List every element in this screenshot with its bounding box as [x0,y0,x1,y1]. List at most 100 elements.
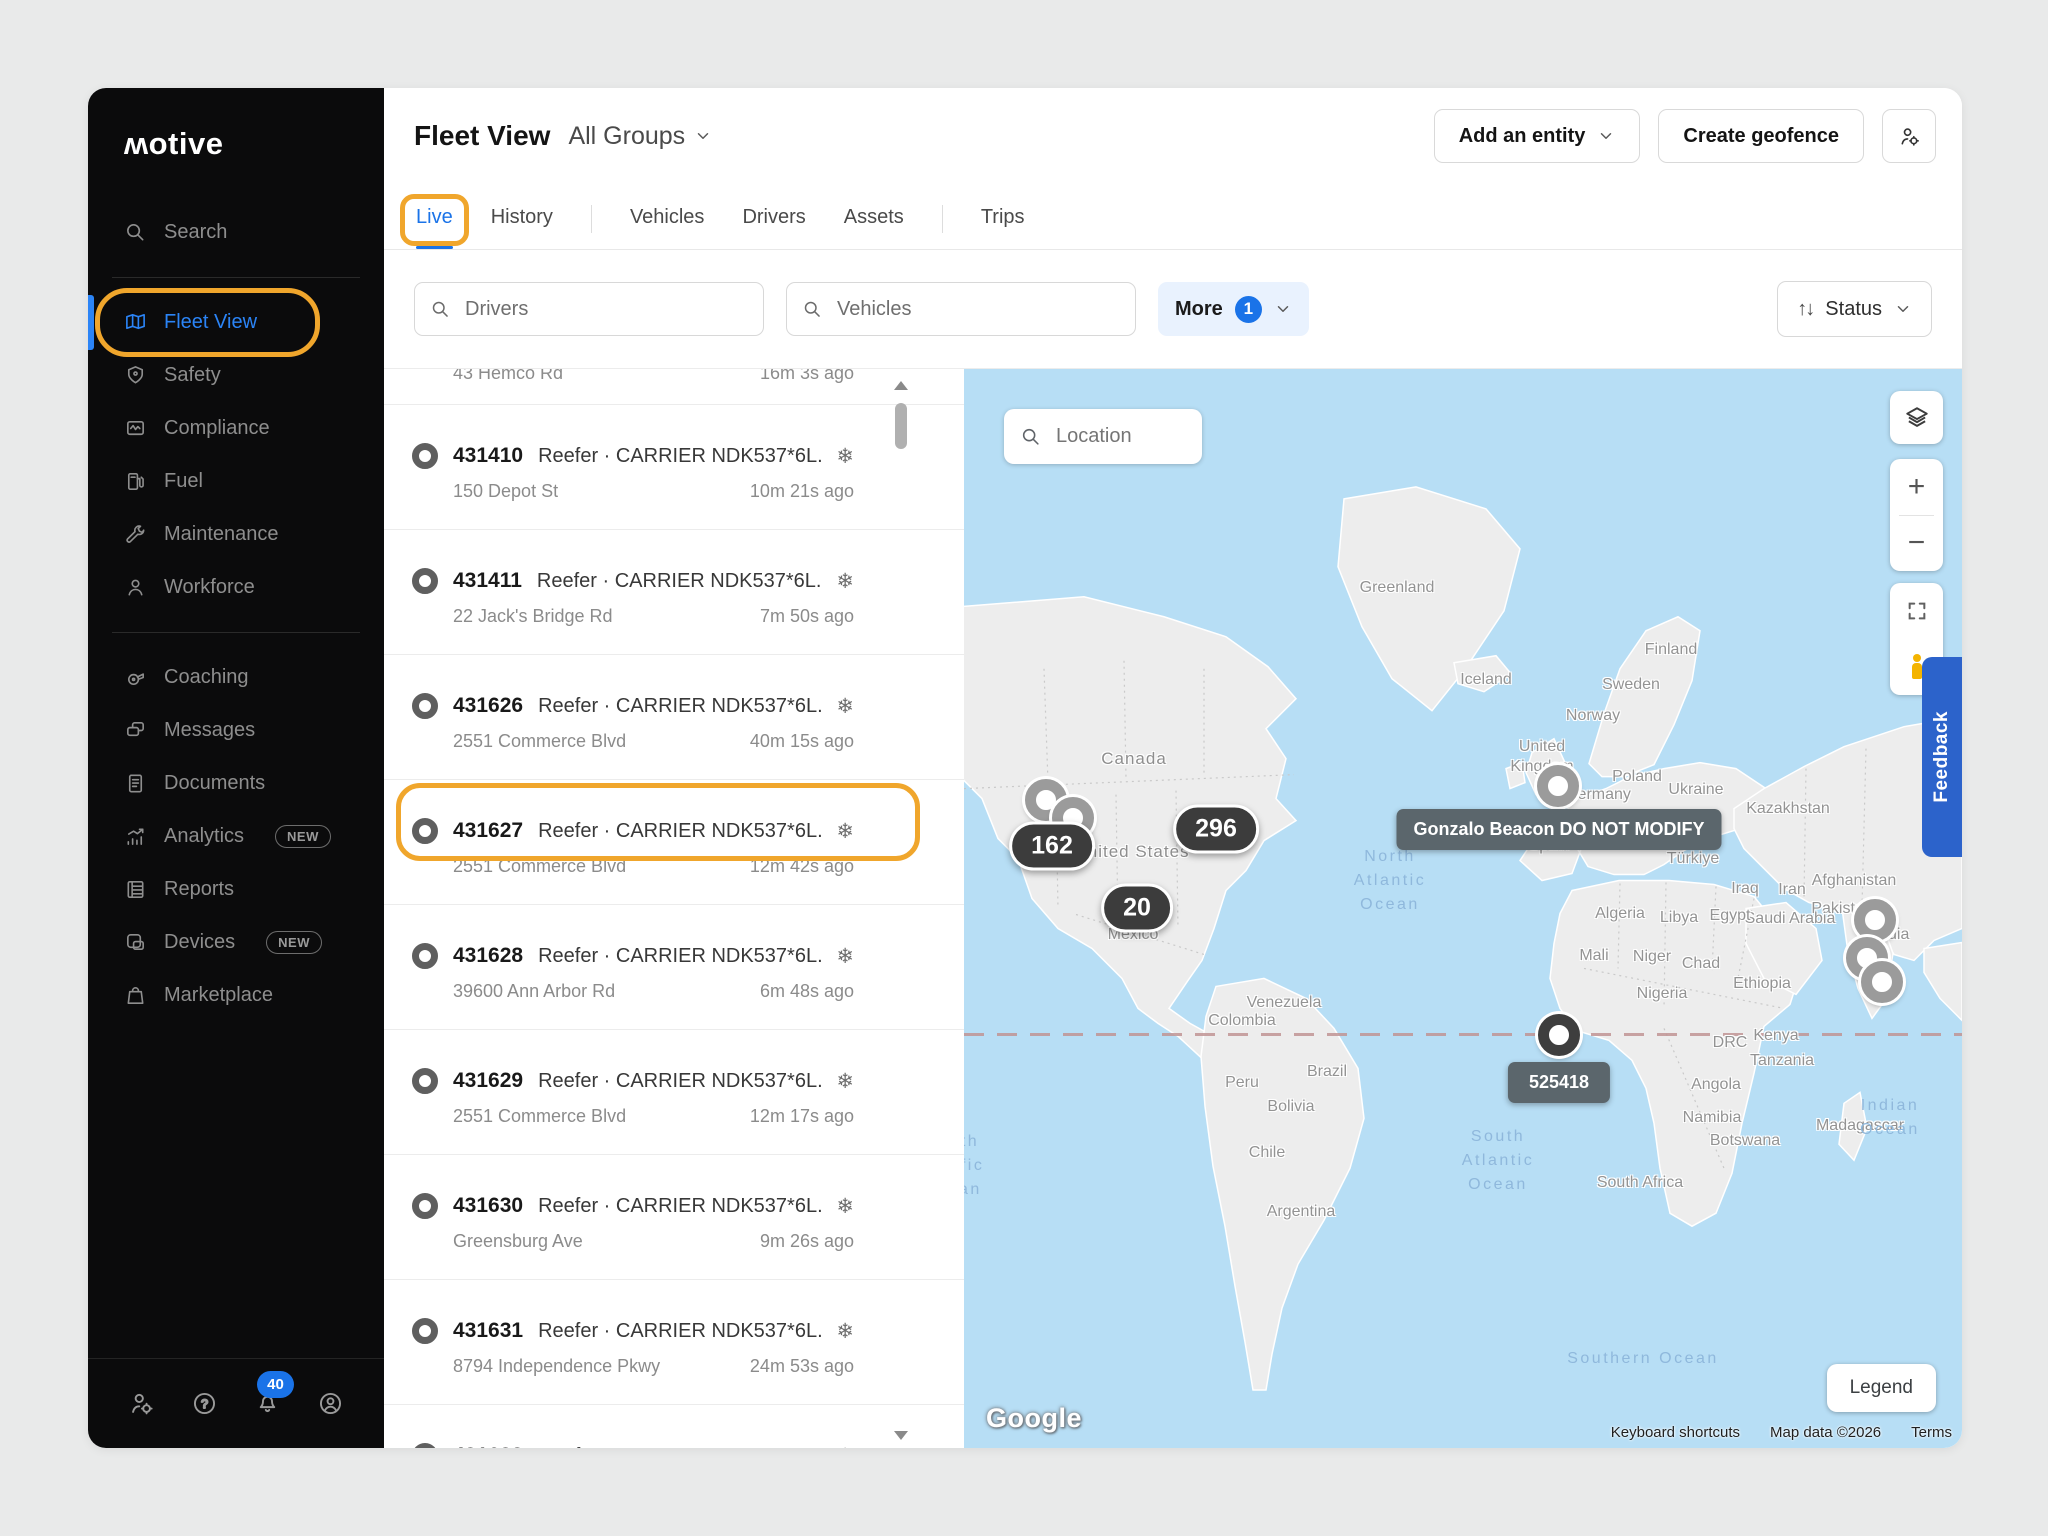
motive-logo: ʍotive [124,126,384,162]
sidebar-item-fleet-view[interactable]: Fleet View [88,296,384,349]
beacon-marker[interactable] [1537,765,1579,807]
notifications-bell[interactable]: 40 [254,1388,281,1420]
google-logo[interactable]: Google [986,1403,1082,1434]
drivers-search[interactable] [414,282,764,336]
sidebar-item-analytics[interactable]: Analytics NEW [88,810,384,863]
scrollbar-thumb[interactable] [895,403,907,449]
sidebar-item-reports[interactable]: Reports [88,863,384,916]
svg-text:?: ? [201,1397,208,1411]
map-label-country: Mali [1579,947,1608,965]
map-cluster[interactable]: 162 [1009,822,1095,871]
main-area: Fleet View All Groups Add an entity Crea… [384,88,1962,1448]
vehicle-meta: Reefer · CARRIER NDK537*6L... [538,695,821,718]
list-item[interactable]: 431630 Reefer · CARRIER NDK537*6L... ❄ G… [384,1155,964,1280]
shield-icon [124,364,147,387]
tab-assets[interactable]: Assets [844,206,904,249]
search-icon [1020,426,1042,448]
map-label-country: Botswana [1710,1132,1780,1150]
map-location-search[interactable] [1004,409,1202,464]
tab-live[interactable]: Live [416,206,453,249]
landmass-south-america [1201,978,1364,1390]
list-item-highlighted[interactable]: 431627 Reefer · CARRIER NDK537*6L... ❄ 2… [384,780,964,905]
tab-drivers[interactable]: Drivers [742,206,805,249]
scrollbar-up-arrow[interactable] [894,381,908,390]
wrench-icon [124,523,147,546]
feedback-tab[interactable]: Feedback [1922,657,1962,857]
sidebar-item-workforce[interactable]: Workforce [88,561,384,614]
vehicle-marker[interactable] [1861,961,1903,1003]
sidebar-item-compliance[interactable]: Compliance [88,402,384,455]
sidebar-item-fuel[interactable]: Fuel [88,455,384,508]
more-label: More [1175,298,1223,321]
landmass-se-asia [1924,942,1962,1020]
fullscreen-button[interactable] [1890,583,1943,639]
view-tabs: Live History Vehicles Drivers Assets Tri… [384,174,1962,250]
more-filters-button[interactable]: More 1 [1158,282,1309,336]
sidebar-item-label: Fleet View [164,311,257,334]
vehicle-marker[interactable] [1854,899,1896,941]
tab-trips[interactable]: Trips [981,206,1025,249]
map-label-country: South Africa [1597,1174,1683,1192]
create-geofence-button[interactable]: Create geofence [1658,109,1864,163]
sidebar-item-documents[interactable]: Documents [88,757,384,810]
list-item[interactable]: 431411 Reefer · CARRIER NDK537*6L... ❄ 2… [384,530,964,655]
add-entity-button[interactable]: Add an entity [1434,109,1641,163]
list-item[interactable]: 431628 Reefer · CARRIER NDK537*6L... ❄ 3… [384,905,964,1030]
status-ring-icon [412,943,438,969]
drivers-search-input[interactable] [463,297,748,322]
list-item[interactable]: 431631 Reefer · CARRIER NDK537*6L... ❄ 8… [384,1280,964,1405]
sidebar-item-search[interactable]: Search [88,206,384,259]
terms-link[interactable]: Terms [1911,1424,1952,1441]
map-canvas[interactable]: Canada United States Mexico Greenland Ic… [964,369,1962,1448]
map-icon [124,311,147,334]
vehicles-search[interactable] [786,282,1136,336]
vehicle-last-update: 40m 15s ago [750,731,854,752]
asset-marker[interactable] [1538,1014,1580,1056]
layers-icon [1904,405,1930,431]
sidebar-item-messages[interactable]: Messages [88,704,384,757]
sort-status-button[interactable]: ↑↓ Status [1777,281,1932,337]
list-scrollbar[interactable] [894,381,908,1440]
scrollbar-down-arrow[interactable] [894,1431,908,1440]
map-label-country: Chile [1249,1144,1285,1162]
tab-vehicles[interactable]: Vehicles [630,206,705,249]
map-location-input[interactable] [1054,424,1186,449]
person-icon [124,576,147,599]
tab-history[interactable]: History [491,206,553,249]
tab-label: Assets [844,206,904,228]
admin-user-icon[interactable] [128,1390,155,1417]
legend-button[interactable]: Legend [1827,1364,1936,1412]
user-settings-button[interactable] [1882,109,1936,163]
list-item[interactable]: 431629 Reefer · CARRIER NDK537*6L... ❄ 2… [384,1030,964,1155]
sidebar-item-safety[interactable]: Safety [88,349,384,402]
vehicle-address: Greensburg Ave [453,1231,583,1252]
map-cluster[interactable]: 20 [1101,884,1173,933]
vehicles-search-input[interactable] [835,297,1120,322]
sidebar-item-coaching[interactable]: Coaching [88,651,384,704]
map-cluster[interactable]: 296 [1173,805,1259,854]
list-item[interactable]: 431632 Reefer · CARRIER NDK537*6L ❄ [384,1405,964,1448]
vehicle-meta: Reefer · CARRIER NDK537*6L... [538,1320,821,1343]
list-item[interactable]: 431626 Reefer · CARRIER NDK537*6L... ❄ 2… [384,655,964,780]
vehicle-address: 2551 Commerce Blvd [453,1106,626,1127]
map-label-country: Norway [1566,707,1620,725]
sidebar-item-marketplace[interactable]: Marketplace [88,969,384,1022]
group-selector[interactable]: All Groups [568,122,712,151]
keyboard-shortcuts-link[interactable]: Keyboard shortcuts [1611,1424,1740,1441]
help-icon[interactable]: ? [191,1390,218,1417]
map-label-country: Nigeria [1637,985,1688,1003]
tab-divider [591,205,592,233]
list-item[interactable]: 431410 Reefer · CARRIER NDK537*6L... ❄ 1… [384,405,964,530]
sidebar-item-devices[interactable]: Devices NEW [88,916,384,969]
asset-label: 525418 [1508,1062,1610,1103]
map-label-country: Iceland [1460,671,1512,689]
zoom-out-button[interactable]: − [1890,516,1943,572]
map-layers-button[interactable] [1890,391,1943,444]
sort-label: Status [1825,298,1882,321]
map-label-country: Sweden [1602,676,1660,694]
zoom-in-button[interactable]: + [1890,459,1943,515]
account-icon[interactable] [317,1390,344,1417]
sidebar-item-maintenance[interactable]: Maintenance [88,508,384,561]
list-item-partial[interactable]: 43 Hemco Rd 16m 3s ago [384,369,964,405]
chevron-down-icon [1894,300,1912,318]
